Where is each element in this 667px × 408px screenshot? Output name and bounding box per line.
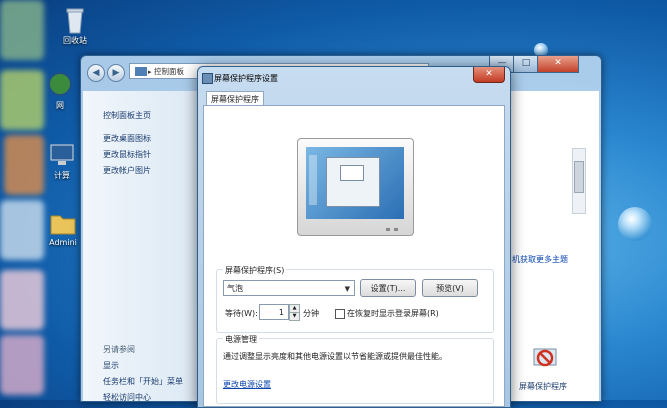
see-also-link-display[interactable]: 显示 [103, 360, 119, 371]
resume-checkbox-label: 在恢复时显示登录屏幕(R) [347, 309, 439, 318]
desktop-icon-label: 网 [56, 101, 64, 110]
see-also-link-taskbar[interactable]: 任务栏和「开始」菜单 [103, 376, 183, 387]
get-more-themes-link[interactable]: 机获取更多主题 [512, 254, 568, 265]
sidebar-link-mouse-pointers[interactable]: 更改鼠标指针 [103, 149, 151, 160]
maximize-button[interactable]: □ [513, 56, 539, 73]
preview-screen [306, 147, 404, 219]
back-button[interactable]: ◀ [87, 64, 105, 82]
screensaver-group-legend: 屏幕保护程序(S) [223, 265, 287, 276]
screensaver-tile[interactable]: 屏幕保护程序 [515, 345, 575, 395]
water-drop-decoration [618, 207, 652, 241]
blurred-shape [0, 70, 44, 130]
desktop-icon-label: 计算 [54, 171, 70, 180]
settings-button[interactable]: 设置(T)... [360, 279, 416, 297]
tab-panel: 屏幕保护程序(S) 气泡 ▼ 设置(T)... 预览(V) 等待(W): 1 ▲… [203, 105, 505, 407]
computer-icon [47, 140, 77, 170]
screensaver-select[interactable]: 气泡 ▼ [223, 280, 355, 296]
sidebar: 控制面板主页 更改桌面图标 更改鼠标指针 更改帐户图片 另请参阅 显示 任务栏和… [83, 91, 201, 403]
monitor-led [386, 228, 390, 231]
breadcrumb-arrow-icon: ▸ [148, 68, 152, 76]
desktop-icon-recycle-bin[interactable]: 回收站 [45, 5, 105, 46]
network-icon [45, 70, 75, 100]
chevron-down-icon: ▼ [344, 285, 350, 293]
see-also-link-ease-of-access[interactable]: 轻松访问中心 [103, 392, 151, 403]
power-description: 通过调整显示亮度和其他电源设置以节省能源或提供最佳性能。 [223, 352, 447, 361]
dialog-close-button[interactable]: ✕ [473, 67, 505, 83]
screensaver-tile-label: 屏幕保护程序 [519, 382, 567, 391]
spin-down-icon[interactable]: ▼ [289, 312, 300, 321]
blurred-shape [4, 135, 44, 195]
screensaver-selected-value: 气泡 [227, 284, 243, 293]
sidebar-link-desktop-icons[interactable]: 更改桌面图标 [103, 133, 151, 144]
scrollbar-thumb[interactable] [574, 161, 584, 193]
blurred-shape [0, 270, 44, 330]
desktop-icon-network[interactable]: 网 [45, 70, 75, 111]
sidebar-link-account-picture[interactable]: 更改帐户图片 [103, 165, 151, 176]
resume-checkbox[interactable] [335, 309, 345, 319]
scrollbar[interactable] [572, 148, 586, 214]
change-power-settings-link[interactable]: 更改电源设置 [223, 379, 271, 390]
monitor-led [394, 228, 398, 231]
power-group-legend: 电源管理 [223, 334, 259, 345]
wait-minutes-input[interactable]: 1 [259, 304, 289, 320]
address-text: 控制面板 [154, 67, 184, 76]
preview-icons [309, 155, 317, 205]
no-screensaver-icon [531, 345, 559, 373]
blurred-shape [0, 0, 44, 60]
screensaver-settings-dialog: 屏幕保护程序设置 ✕ 屏幕保护程序 屏幕保护程序(S) 气泡 ▼ 设置(T)..… [197, 66, 511, 408]
dialog-title: 屏幕保护程序设置 [214, 74, 278, 83]
forward-button[interactable]: ▶ [107, 64, 125, 82]
desktop-icon-label: 回收站 [63, 36, 87, 45]
blurred-shape [0, 200, 44, 260]
wait-unit: 分钟 [303, 309, 319, 318]
desktop-icon-computer[interactable]: 计算 [47, 140, 77, 181]
preview-button[interactable]: 预览(V) [422, 279, 478, 297]
screensaver-group: 屏幕保护程序(S) 气泡 ▼ 设置(T)... 预览(V) 等待(W): 1 ▲… [216, 265, 494, 333]
monitor-preview [297, 138, 414, 236]
blurred-shape [0, 335, 44, 395]
dialog-icon [202, 73, 213, 84]
folder-icon [48, 208, 78, 238]
desktop-icon-label: Admini [49, 238, 77, 247]
wait-label: 等待(W): [225, 309, 258, 318]
recycle-bin-icon [60, 5, 90, 35]
see-also-heading: 另请参阅 [103, 345, 135, 354]
control-panel-icon [135, 67, 147, 76]
power-management-group: 电源管理 通过调整显示亮度和其他电源设置以节省能源或提供最佳性能。 更改电源设置 [216, 334, 494, 404]
desktop-icon-user-folder[interactable]: Admini [47, 208, 79, 247]
preview-dialog [340, 165, 364, 181]
sidebar-home-link[interactable]: 控制面板主页 [103, 110, 151, 121]
close-button[interactable]: ✕ [537, 56, 579, 73]
